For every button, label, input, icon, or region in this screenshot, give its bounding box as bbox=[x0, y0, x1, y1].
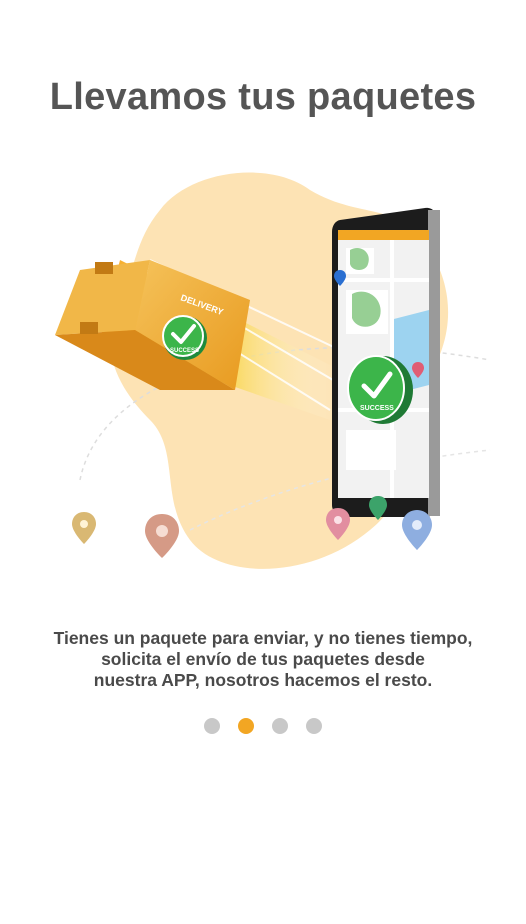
location-marker-icon bbox=[145, 514, 179, 558]
badge-text: SUCCESS bbox=[170, 348, 199, 354]
page-dot-2-active[interactable] bbox=[238, 718, 254, 734]
page-indicator bbox=[0, 718, 526, 734]
delivery-illustration: DELIVERY SUCCESS SUCCESS bbox=[55, 172, 491, 569]
description-line: nuestra APP, nosotros hacemos el resto. bbox=[93, 670, 433, 690]
phone-badge-text: SUCCESS bbox=[360, 405, 394, 412]
location-marker-icon bbox=[72, 512, 96, 544]
description-line: solicita el envío de tus paquetes desde bbox=[101, 649, 425, 669]
onboarding-screen: Llevamos tus paquetes DELIVERY SUCCESS S… bbox=[0, 0, 526, 924]
page-dot-3[interactable] bbox=[272, 718, 288, 734]
location-marker-icon bbox=[402, 510, 432, 550]
page-dot-4[interactable] bbox=[306, 718, 322, 734]
page-dot-1[interactable] bbox=[204, 718, 220, 734]
onboarding-description: Tienes un paquete para enviar, y no tien… bbox=[30, 628, 496, 691]
description-line: Tienes un paquete para enviar, y no tien… bbox=[53, 628, 473, 648]
page-title: Llevamos tus paquetes bbox=[49, 76, 477, 118]
